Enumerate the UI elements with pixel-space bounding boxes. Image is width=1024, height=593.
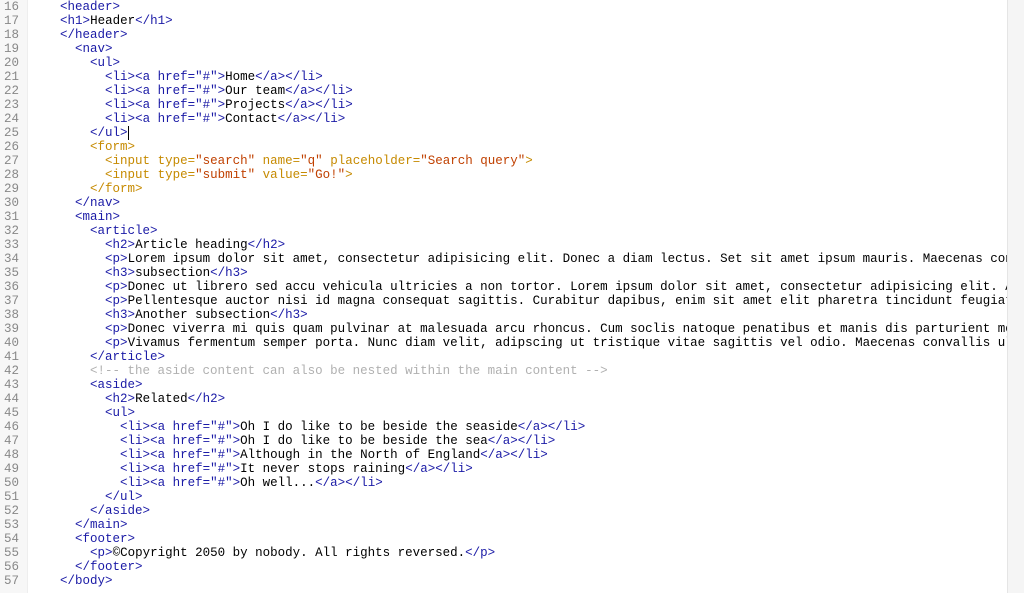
line-number-gutter: 1617181920212223242526272829303132333435… xyxy=(0,0,28,593)
line-number: 39 xyxy=(4,322,19,336)
code-line[interactable]: <li><a href="#">Our team</a></li> xyxy=(30,84,1024,98)
line-number: 27 xyxy=(4,154,19,168)
code-line[interactable]: <h3>Another subsection</h3> xyxy=(30,308,1024,322)
line-number: 46 xyxy=(4,420,19,434)
code-line[interactable]: <h2>Article heading</h2> xyxy=(30,238,1024,252)
line-number: 37 xyxy=(4,294,19,308)
line-number: 40 xyxy=(4,336,19,350)
code-line[interactable]: </nav> xyxy=(30,196,1024,210)
line-number: 51 xyxy=(4,490,19,504)
line-number: 19 xyxy=(4,42,19,56)
code-line[interactable]: <p>Donec viverra mi quis quam pulvinar a… xyxy=(30,322,1024,336)
line-number: 24 xyxy=(4,112,19,126)
code-line[interactable]: <li><a href="#">Contact</a></li> xyxy=(30,112,1024,126)
line-number: 57 xyxy=(4,574,19,588)
code-line[interactable]: <li><a href="#">Oh well...</a></li> xyxy=(30,476,1024,490)
code-line[interactable]: </main> xyxy=(30,518,1024,532)
line-number: 52 xyxy=(4,504,19,518)
line-number: 34 xyxy=(4,252,19,266)
code-line[interactable]: <li><a href="#">Oh I do like to be besid… xyxy=(30,420,1024,434)
code-line[interactable]: <main> xyxy=(30,210,1024,224)
line-number: 22 xyxy=(4,84,19,98)
code-line[interactable]: <p>Lorem ipsum dolor sit amet, consectet… xyxy=(30,252,1024,266)
code-line[interactable]: <form> xyxy=(30,140,1024,154)
line-number: 32 xyxy=(4,224,19,238)
line-number: 18 xyxy=(4,28,19,42)
line-number: 30 xyxy=(4,196,19,210)
line-number: 29 xyxy=(4,182,19,196)
code-line[interactable]: <h1>Header</h1> xyxy=(30,14,1024,28)
code-line[interactable]: </footer> xyxy=(30,560,1024,574)
line-number: 42 xyxy=(4,364,19,378)
line-number: 17 xyxy=(4,14,19,28)
code-line[interactable]: </ul> xyxy=(30,126,1024,140)
code-line[interactable]: <li><a href="#">Home</a></li> xyxy=(30,70,1024,84)
line-number: 38 xyxy=(4,308,19,322)
code-line[interactable]: <article> xyxy=(30,224,1024,238)
code-line[interactable]: <h3>subsection</h3> xyxy=(30,266,1024,280)
line-number: 49 xyxy=(4,462,19,476)
vertical-scrollbar[interactable] xyxy=(1007,0,1024,593)
code-line[interactable]: <footer> xyxy=(30,532,1024,546)
code-line[interactable]: <input type="search" name="q" placeholde… xyxy=(30,154,1024,168)
code-line[interactable]: <header> xyxy=(30,0,1024,14)
line-number: 44 xyxy=(4,392,19,406)
code-area[interactable]: <header> <h1>Header</h1> </header> <nav>… xyxy=(28,0,1024,593)
line-number: 21 xyxy=(4,70,19,84)
line-number: 16 xyxy=(4,0,19,14)
code-line[interactable]: </aside> xyxy=(30,504,1024,518)
line-number: 47 xyxy=(4,434,19,448)
code-line[interactable]: <li><a href="#">Projects</a></li> xyxy=(30,98,1024,112)
line-number: 20 xyxy=(4,56,19,70)
text-caret xyxy=(128,126,129,140)
line-number: 54 xyxy=(4,532,19,546)
line-number: 56 xyxy=(4,560,19,574)
code-line[interactable]: </article> xyxy=(30,350,1024,364)
code-line[interactable]: <nav> xyxy=(30,42,1024,56)
line-number: 36 xyxy=(4,280,19,294)
code-line[interactable]: <li><a href="#">It never stops raining</… xyxy=(30,462,1024,476)
line-number: 26 xyxy=(4,140,19,154)
code-line[interactable]: <aside> xyxy=(30,378,1024,392)
code-line[interactable]: <p>©Copyright 2050 by nobody. All rights… xyxy=(30,546,1024,560)
line-number: 43 xyxy=(4,378,19,392)
code-line[interactable]: <p>Vivamus fermentum semper porta. Nunc … xyxy=(30,336,1024,350)
code-line[interactable]: <input type="submit" value="Go!"> xyxy=(30,168,1024,182)
line-number: 45 xyxy=(4,406,19,420)
code-line[interactable]: <!-- the aside content can also be neste… xyxy=(30,364,1024,378)
line-number: 23 xyxy=(4,98,19,112)
code-line[interactable]: <ul> xyxy=(30,56,1024,70)
code-line[interactable]: </form> xyxy=(30,182,1024,196)
line-number: 31 xyxy=(4,210,19,224)
line-number: 50 xyxy=(4,476,19,490)
code-line[interactable]: </ul> xyxy=(30,490,1024,504)
code-line[interactable]: <p>Donec ut librero sed accu vehicula ul… xyxy=(30,280,1024,294)
code-editor[interactable]: 1617181920212223242526272829303132333435… xyxy=(0,0,1024,593)
code-line[interactable]: </header> xyxy=(30,28,1024,42)
line-number: 35 xyxy=(4,266,19,280)
code-line[interactable]: </body> xyxy=(30,574,1024,588)
code-line[interactable]: <p>Pellentesque auctor nisi id magna con… xyxy=(30,294,1024,308)
line-number: 53 xyxy=(4,518,19,532)
line-number: 48 xyxy=(4,448,19,462)
line-number: 41 xyxy=(4,350,19,364)
line-number: 55 xyxy=(4,546,19,560)
line-number: 28 xyxy=(4,168,19,182)
code-line[interactable]: <h2>Related</h2> xyxy=(30,392,1024,406)
line-number: 25 xyxy=(4,126,19,140)
code-line[interactable]: <li><a href="#">Oh I do like to be besid… xyxy=(30,434,1024,448)
code-line[interactable]: <ul> xyxy=(30,406,1024,420)
code-line[interactable]: <li><a href="#">Although in the North of… xyxy=(30,448,1024,462)
line-number: 33 xyxy=(4,238,19,252)
